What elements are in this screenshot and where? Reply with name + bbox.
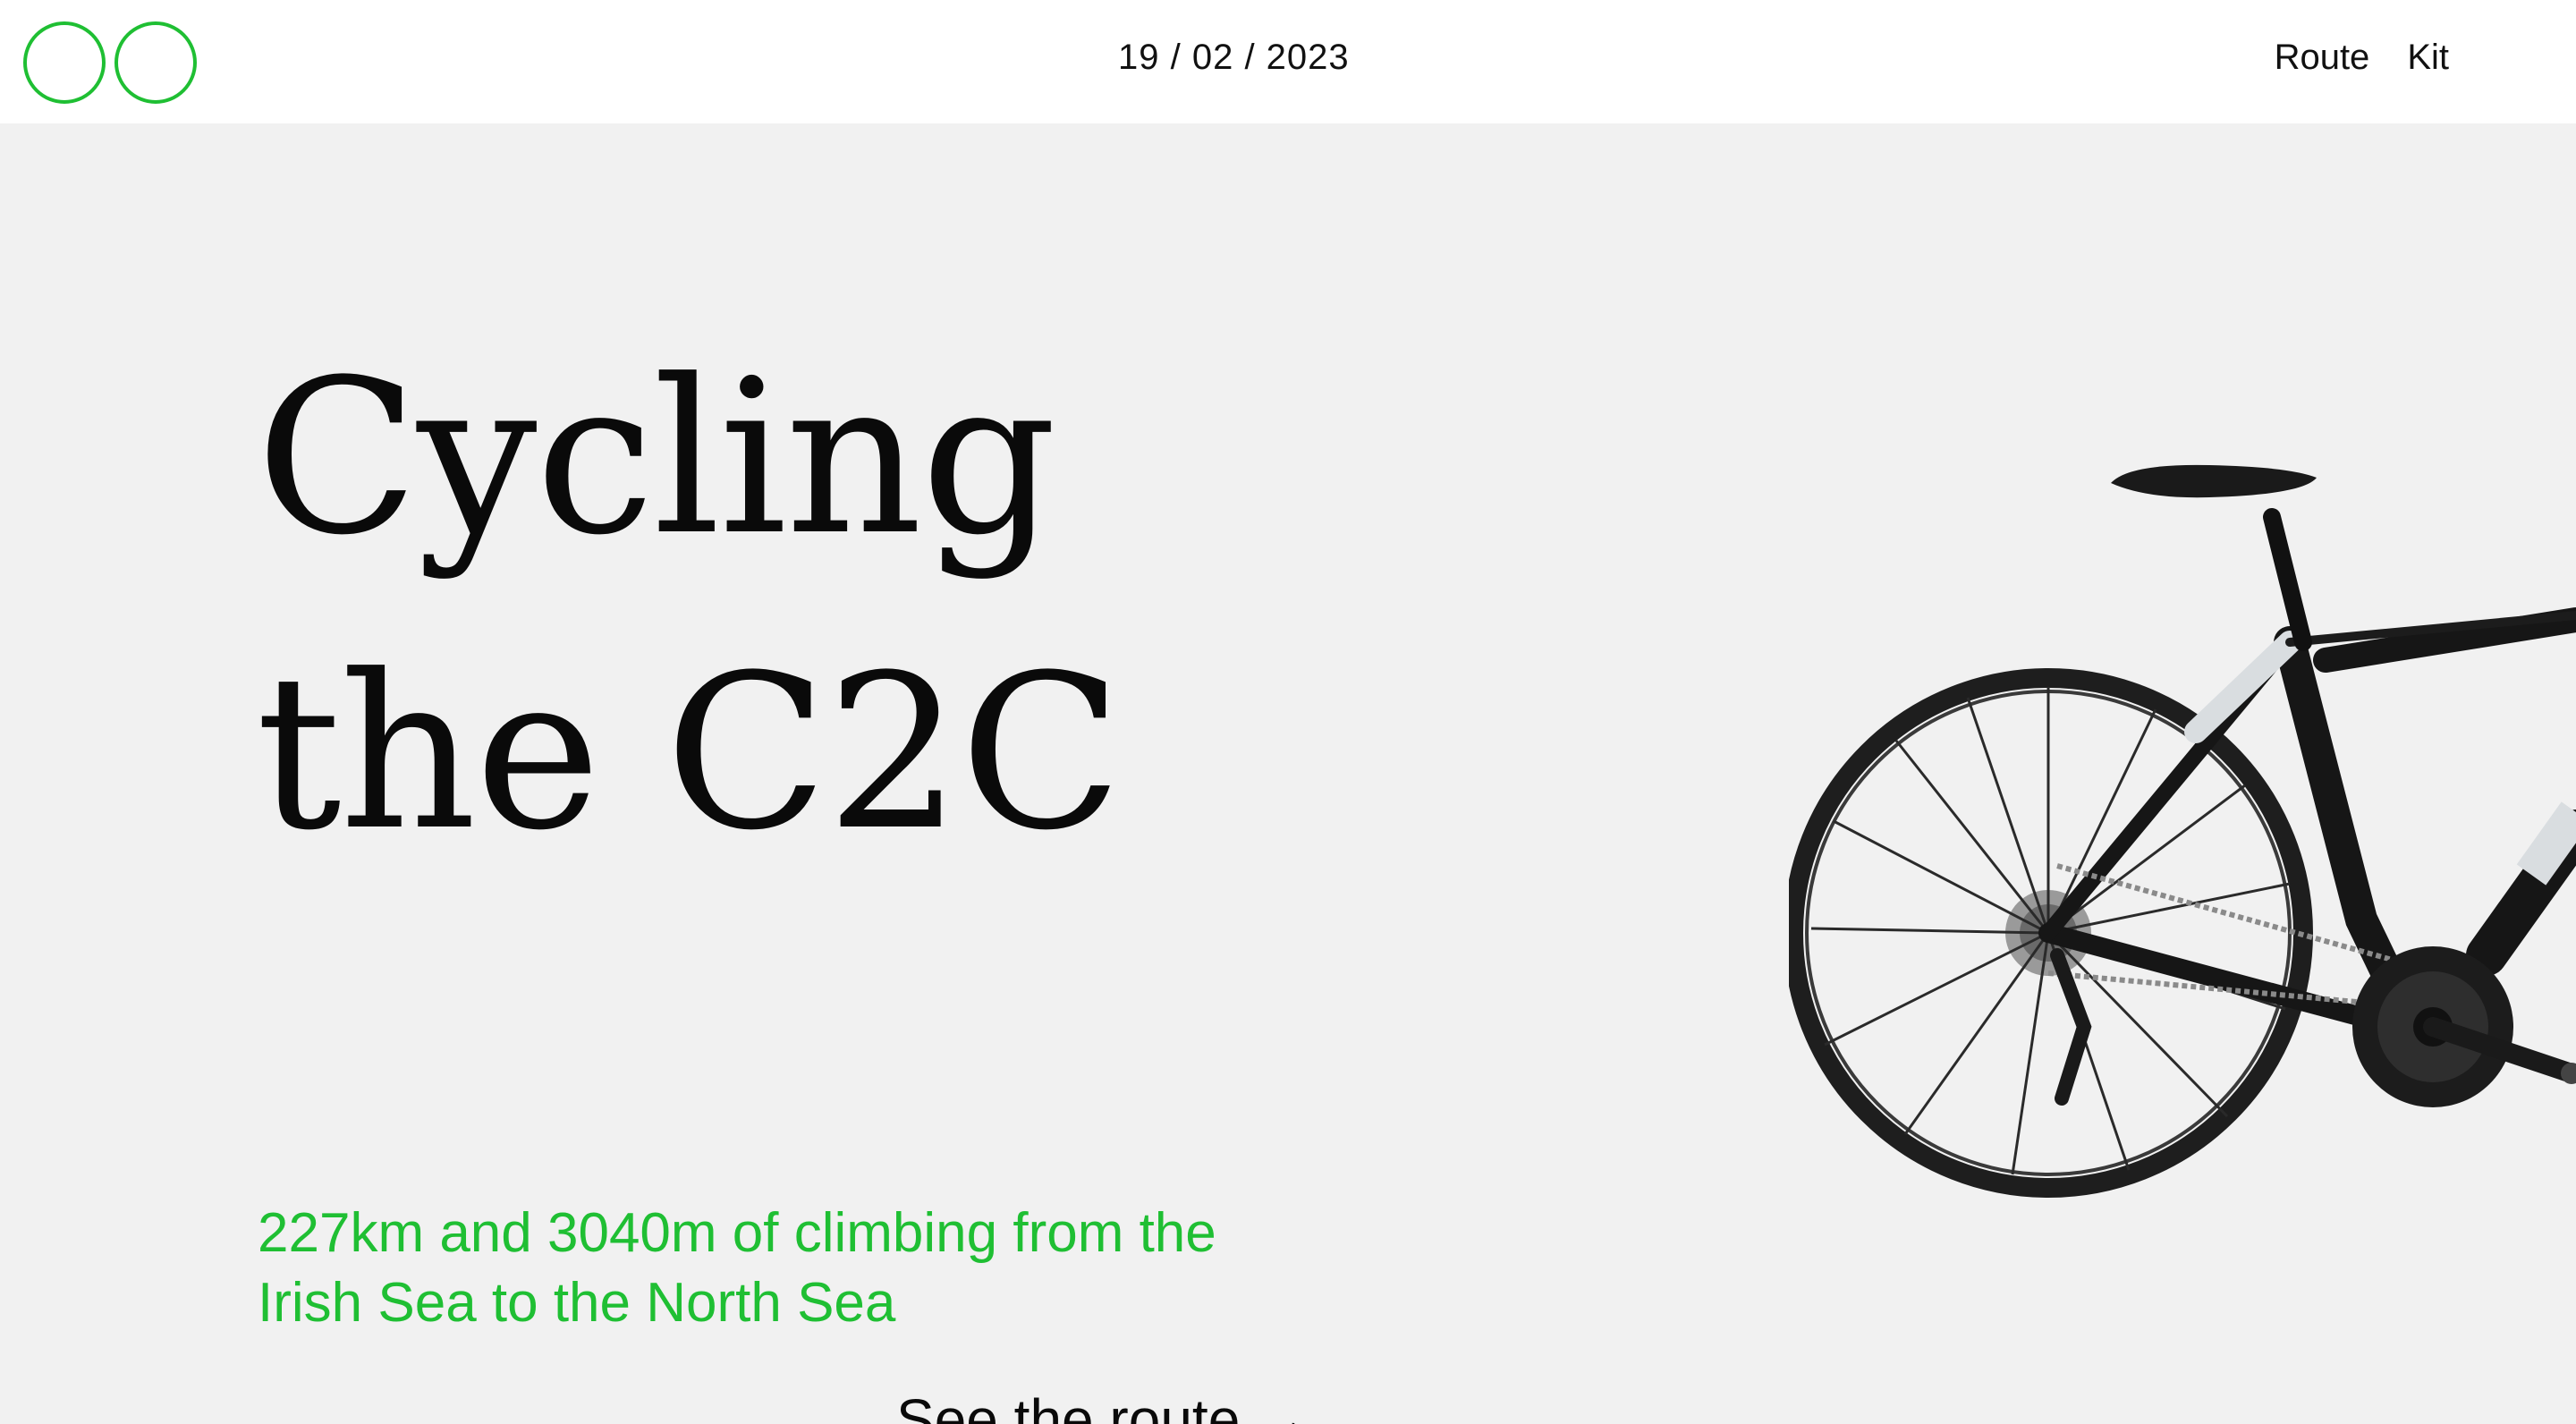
nav-item-route[interactable]: Route [2275,38,2370,78]
page: 19 / 02 / 2023 Route Kit Cycling the C2C… [0,0,2576,1424]
hero-subtitle-line-2: Irish Sea to the North Sea [258,1272,896,1334]
site-header: 19 / 02 / 2023 Route Kit [0,0,2576,123]
logo-ring-left [23,21,106,104]
road-bike-image-icon [1789,464,2576,1198]
logo-ring-right [114,21,197,104]
header-date: 19 / 02 / 2023 [1118,38,1350,77]
hero-subtitle-line-1: 227km and 3040m of climbing from the [258,1202,1216,1264]
two-circles-logo-icon[interactable] [23,21,197,104]
see-the-route-link[interactable]: See the route → [896,1386,1313,1424]
hero-title: Cycling the C2C [256,311,1123,902]
hero-section: Cycling the C2C 227km and 3040m of climb… [0,123,2576,1424]
hero-title-line-2: the C2C [256,630,1123,877]
hero-subtitle: 227km and 3040m of climbing from the Iri… [258,1199,1420,1338]
main-nav: Route Kit [2275,38,2449,78]
nav-item-kit[interactable]: Kit [2407,38,2449,78]
drivetrain-icon [2047,863,2576,1107]
hero-title-line-1: Cycling [256,335,1057,582]
